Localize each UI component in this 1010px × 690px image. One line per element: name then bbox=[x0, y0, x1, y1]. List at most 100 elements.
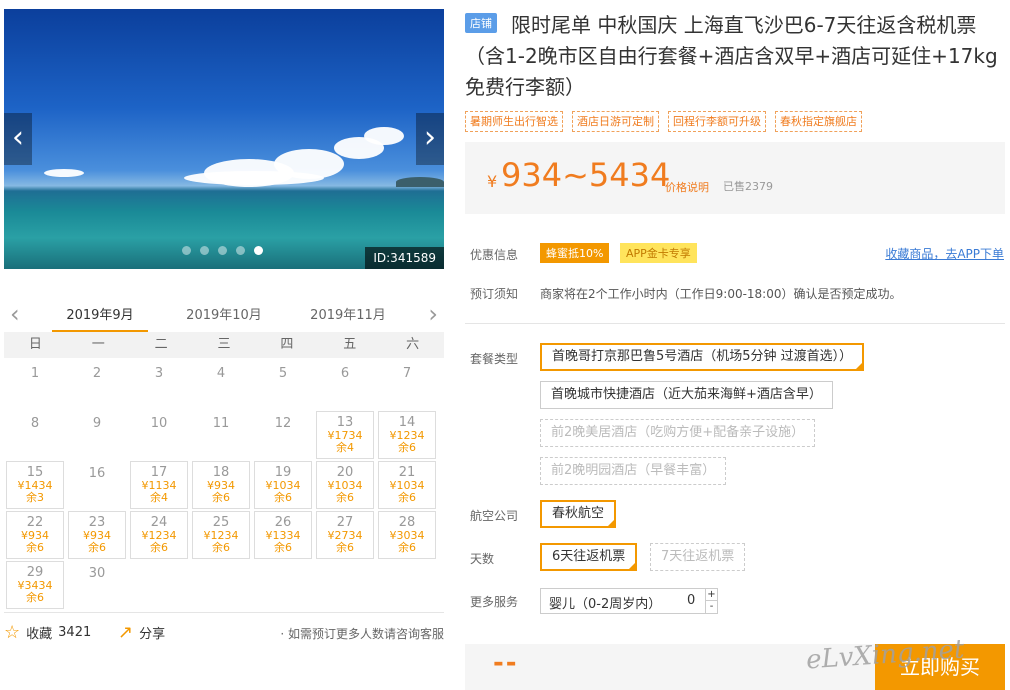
calendar-day-available[interactable]: 20 ¥1034 余6 bbox=[316, 461, 374, 509]
island bbox=[396, 177, 444, 187]
plus-icon[interactable]: + bbox=[705, 589, 717, 601]
day-number: 21 bbox=[398, 465, 416, 480]
weekday: 三 bbox=[217, 337, 231, 352]
day-stock: 余6 bbox=[398, 491, 416, 504]
day-number: 5 bbox=[278, 366, 288, 381]
calendar-day-available[interactable]: 14 ¥1234 余6 bbox=[378, 411, 436, 459]
gallery-dot[interactable] bbox=[218, 246, 227, 255]
tab-month-1[interactable]: 2019年9月 bbox=[52, 304, 148, 332]
airline-label: 航空公司 bbox=[470, 509, 519, 523]
product-title: 限时尾单 中秋国庆 上海直飞沙巴6-7天往返含税机票（含1-2晚市区自由行套餐+… bbox=[465, 13, 998, 99]
calendar-day: 30 bbox=[66, 560, 128, 610]
package-option-selected[interactable]: 首晚哥打京那巴鲁5号酒店（机场5分钟 过渡首选）） bbox=[540, 343, 865, 371]
day-stock: 余6 bbox=[150, 541, 168, 554]
calendar-day: 11 bbox=[190, 410, 252, 460]
calendar-prev-icon[interactable]: ‹ bbox=[10, 302, 20, 326]
day-stock: 余6 bbox=[88, 541, 106, 554]
calendar-day: 9 bbox=[66, 410, 128, 460]
day-number: 17 bbox=[150, 465, 168, 480]
day-number: 23 bbox=[88, 515, 106, 530]
days-option-selected[interactable]: 6天往返机票 bbox=[540, 543, 638, 571]
package-option-disabled[interactable]: 前2晚明园酒店（早餐丰富） bbox=[540, 457, 727, 485]
price-range: 934~5434 bbox=[501, 156, 671, 194]
day-number: 24 bbox=[150, 515, 168, 530]
gallery-dot[interactable] bbox=[182, 246, 191, 255]
calendar-day: 7 bbox=[376, 360, 438, 410]
day-stock: 余6 bbox=[212, 491, 230, 504]
calendar-weekdays: 日 一 二 三 四 五 六 bbox=[4, 332, 444, 358]
calendar-day: 10 bbox=[128, 410, 190, 460]
day-stock: 余4 bbox=[150, 491, 168, 504]
feature-tags: 暑期师生出行智选 酒店日游可定制 回程行李额可升级 春秋指定旗舰店 bbox=[465, 111, 862, 132]
package-option[interactable]: 首晚城市快捷酒店（近大茄来海鲜+酒店含早） bbox=[540, 381, 833, 409]
share-button[interactable]: ↗ 分享 bbox=[118, 622, 165, 643]
calendar-day-available[interactable]: 23 ¥934 余6 bbox=[68, 511, 126, 559]
day-number: 3 bbox=[154, 366, 164, 381]
day-stock: 余6 bbox=[26, 541, 44, 554]
day-number: 1 bbox=[30, 366, 40, 381]
image-id-label: ID:341589 bbox=[365, 247, 444, 269]
gallery-prev-button[interactable]: ‹ bbox=[4, 113, 32, 165]
weekday: 六 bbox=[406, 337, 420, 352]
gallery-dot[interactable] bbox=[236, 246, 245, 255]
day-stock: 余6 bbox=[274, 541, 292, 554]
calendar-day-available[interactable]: 17 ¥1134 余4 bbox=[130, 461, 188, 509]
day-number: 27 bbox=[336, 515, 354, 530]
calendar-day-available[interactable]: 21 ¥1034 余6 bbox=[378, 461, 436, 509]
day-stock: 余6 bbox=[274, 491, 292, 504]
promo-badge-app: APP金卡专享 bbox=[620, 243, 697, 263]
feature-tag: 暑期师生出行智选 bbox=[465, 111, 563, 132]
weekday: 二 bbox=[154, 337, 168, 352]
airline-option-selected[interactable]: 春秋航空 bbox=[540, 500, 617, 528]
calendar-header: ‹ 2019年9月 2019年10月 2019年11月 › bbox=[4, 298, 444, 332]
calendar-day-available[interactable]: 18 ¥934 余6 bbox=[192, 461, 250, 509]
day-number: 13 bbox=[336, 415, 354, 430]
day-number: 8 bbox=[30, 416, 40, 431]
calendar-day-available[interactable]: 24 ¥1234 余6 bbox=[130, 511, 188, 559]
feature-tag: 回程行李额可升级 bbox=[668, 111, 766, 132]
stepper-value[interactable]: 0 bbox=[687, 593, 695, 608]
weekday: 五 bbox=[343, 337, 357, 352]
day-stock: 余6 bbox=[336, 491, 354, 504]
calendar-day-available[interactable]: 19 ¥1034 余6 bbox=[254, 461, 312, 509]
tab-month-3[interactable]: 2019年11月 bbox=[300, 304, 396, 332]
favorite-button[interactable]: ☆ 收藏 3421 bbox=[4, 622, 91, 643]
price-note-link[interactable]: 价格说明 bbox=[665, 179, 709, 195]
consult-note: · 如需预订更多人数请咨询客服 bbox=[280, 627, 444, 641]
tab-month-2[interactable]: 2019年10月 bbox=[176, 304, 272, 332]
infant-quantity-stepper: 婴儿（0-2周岁内） 0 + - bbox=[540, 588, 718, 614]
calendar-day: 5 bbox=[252, 360, 314, 410]
left-actions: ☆ 收藏 3421 ↗ 分享 · 如需预订更多人数请咨询客服 bbox=[4, 622, 444, 646]
calendar-day-available[interactable]: 13 ¥1734 余4 bbox=[316, 411, 374, 459]
days-option-disabled[interactable]: 7天往返机票 bbox=[650, 543, 746, 571]
days-label: 天数 bbox=[470, 552, 495, 566]
gallery-dot-active[interactable] bbox=[254, 246, 263, 255]
cloud bbox=[44, 169, 84, 177]
app-order-link[interactable]: 收藏商品，去APP下单 bbox=[885, 245, 1004, 262]
day-number: 14 bbox=[398, 415, 416, 430]
currency-symbol: ¥ bbox=[487, 172, 498, 191]
calendar-day-available[interactable]: 22 ¥934 余6 bbox=[6, 511, 64, 559]
calendar-day-available[interactable]: 26 ¥1334 余6 bbox=[254, 511, 312, 559]
day-number: 22 bbox=[26, 515, 44, 530]
package-option-disabled[interactable]: 前2晚美居酒店（吃购方便+配备亲子设施） bbox=[540, 419, 816, 447]
divider bbox=[4, 612, 444, 613]
day-number: 20 bbox=[336, 465, 354, 480]
gallery-dot[interactable] bbox=[200, 246, 209, 255]
package-label: 套餐类型 bbox=[470, 352, 519, 366]
price-box: ¥ 934~5434 价格说明 已售2379 bbox=[465, 142, 1005, 214]
calendar-day-available[interactable]: 27 ¥2734 余6 bbox=[316, 511, 374, 559]
day-number: 7 bbox=[402, 366, 412, 381]
gallery-next-button[interactable]: › bbox=[416, 113, 444, 165]
calendar-next-icon[interactable]: › bbox=[428, 302, 438, 326]
favorite-label: 收藏 bbox=[26, 627, 53, 642]
notice-label: 预订须知 bbox=[470, 287, 519, 301]
total-price: -- bbox=[493, 648, 519, 678]
share-icon: ↗ bbox=[118, 622, 134, 643]
calendar-day-available[interactable]: 29 ¥3434 余6 bbox=[6, 561, 64, 609]
day-number: 30 bbox=[88, 566, 106, 581]
calendar-day-available[interactable]: 25 ¥1234 余6 bbox=[192, 511, 250, 559]
calendar-day-available[interactable]: 15 ¥1434 余3 bbox=[6, 461, 64, 509]
minus-icon[interactable]: - bbox=[705, 601, 717, 613]
calendar-day-available[interactable]: 28 ¥3034 余6 bbox=[378, 511, 436, 559]
